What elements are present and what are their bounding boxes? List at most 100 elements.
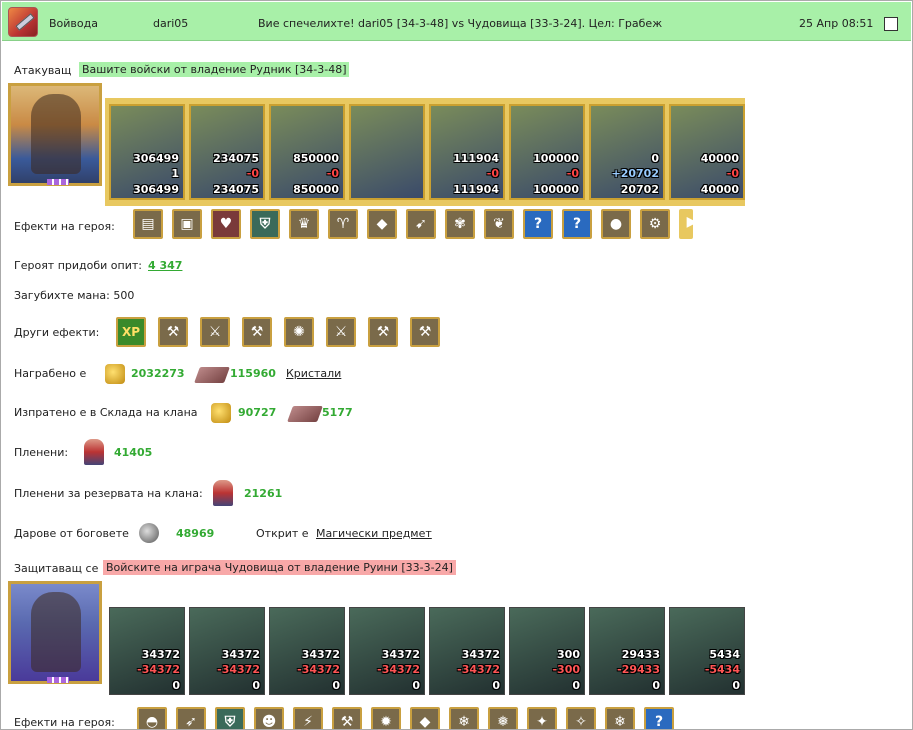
fire-icon[interactable]: ✹ <box>371 707 401 729</box>
attacker-unit-card[interactable]: 111904 -0 111904 <box>429 104 505 200</box>
hero-figure <box>31 592 81 672</box>
attacker-unit-card[interactable]: 0 +20702 20702 <box>589 104 665 200</box>
frost-icon-glyph: ❄ <box>614 714 626 730</box>
attacker-hero-portrait[interactable] <box>8 83 102 186</box>
ram-icon[interactable]: ♈ <box>328 209 358 239</box>
looted-label: Награбено е <box>14 367 87 380</box>
crown-icon[interactable]: ♛ <box>289 209 319 239</box>
ice-icon-glyph: ❄ <box>458 714 470 730</box>
rune-icon-glyph: ✺ <box>293 324 305 340</box>
axe-icon[interactable]: ⚒ <box>410 317 440 347</box>
gold-icon <box>105 364 125 384</box>
unit-count: 34372 <box>221 648 260 661</box>
defender-unit-card[interactable]: 300 -300 0 <box>509 607 585 695</box>
unit-remaining: 0 <box>172 679 180 692</box>
reserve-value: 21261 <box>244 487 283 500</box>
unit-count: 34372 <box>301 648 340 661</box>
attacker-unit-card[interactable] <box>349 104 425 200</box>
heart-icon[interactable]: ♥ <box>211 209 241 239</box>
unit-count: 34372 <box>461 648 500 661</box>
unit-change: -34372 <box>217 663 260 676</box>
unit-remaining: 111904 <box>453 183 499 196</box>
crystal-icon <box>287 406 323 422</box>
defender-unit-card[interactable]: 34372 -34372 0 <box>109 607 185 695</box>
looted-gold: 2032273 <box>131 367 185 380</box>
defender-unit-card[interactable]: 34372 -34372 0 <box>349 607 425 695</box>
defender-unit-card[interactable]: 5434 -5434 0 <box>669 607 745 695</box>
sword-icon[interactable]: ⚔ <box>200 317 230 347</box>
axe-icon[interactable]: ⚒ <box>242 317 272 347</box>
unit-change: 1 <box>171 167 179 180</box>
attacker-unit-card[interactable]: 306499 1 306499 <box>109 104 185 200</box>
unit-remaining: 850000 <box>293 183 339 196</box>
unit-count: 5434 <box>709 648 740 661</box>
crystal-icon[interactable]: ◆ <box>410 707 440 729</box>
unit-change: -0 <box>326 167 339 180</box>
unit-change: -0 <box>726 167 739 180</box>
unit-remaining: 40000 <box>700 183 739 196</box>
amulet-icon-glyph: ● <box>609 216 623 232</box>
shield-icon-glyph: ⛨ <box>224 714 236 730</box>
question-icon[interactable]: ? <box>562 209 592 239</box>
found-link[interactable]: Магически предмет <box>316 527 432 540</box>
rune-icon[interactable]: ✺ <box>284 317 314 347</box>
question-icon[interactable]: ? <box>644 707 674 729</box>
hammer-icon[interactable]: ⚒ <box>332 707 362 729</box>
axe-icon[interactable]: ⚒ <box>368 317 398 347</box>
ice-icon[interactable]: ❄ <box>449 707 479 730</box>
xp-icon[interactable]: XP <box>116 317 146 347</box>
unit-count: 40000 <box>700 152 739 165</box>
sword-icon[interactable]: ⚔ <box>326 317 356 347</box>
chest-icon[interactable]: ▣ <box>172 209 202 239</box>
unit-count: 234075 <box>213 152 259 165</box>
defender-hero-portrait[interactable] <box>8 581 102 684</box>
tree-icon-glyph: ✾ <box>454 216 466 232</box>
experience-value-link[interactable]: 4 347 <box>148 259 182 272</box>
peasant-icon <box>84 439 104 465</box>
attacker-effects-label: Ефекти на героя: <box>14 220 115 233</box>
arrow-right-icon[interactable]: ▶ <box>679 209 697 239</box>
staff-icon[interactable]: ✧ <box>566 707 596 729</box>
arrows-icon[interactable]: ➶ <box>176 707 206 729</box>
leaf-icon[interactable]: ❦ <box>484 209 514 239</box>
gear-icon[interactable]: ⚙ <box>640 209 670 239</box>
wand-icon[interactable]: ✦ <box>527 707 557 730</box>
book-icon[interactable]: ▤ <box>133 209 163 239</box>
attacker-unit-card[interactable]: 234075 -0 234075 <box>189 104 265 200</box>
unit-change: -0 <box>246 167 259 180</box>
crossbow-icon[interactable]: ➹ <box>406 209 436 239</box>
spent-gold: 90727 <box>238 406 277 419</box>
tree-icon[interactable]: ✾ <box>445 209 475 239</box>
defender-unit-card[interactable]: 29433 -29433 0 <box>589 607 665 695</box>
unit-count: 29433 <box>621 648 660 661</box>
attacker-unit-card[interactable]: 850000 -0 850000 <box>269 104 345 200</box>
attacker-unit-card[interactable]: 100000 -0 100000 <box>509 104 585 200</box>
attacker-unit-card[interactable]: 40000 -0 40000 <box>669 104 745 200</box>
helmet-icon-glyph: ◓ <box>145 714 159 730</box>
frost-icon[interactable]: ❄ <box>605 707 635 730</box>
axe-icon-glyph: ⚒ <box>376 324 390 340</box>
shield-icon[interactable]: ⛨ <box>215 707 245 730</box>
unit-change: -5434 <box>704 663 740 676</box>
wand-icon-glyph: ✦ <box>536 714 548 730</box>
unit-change: -300 <box>552 663 580 676</box>
select-checkbox[interactable] <box>884 17 898 31</box>
defender-unit-card[interactable]: 34372 -34372 0 <box>189 607 265 695</box>
shield-icon[interactable]: ⛨ <box>250 209 280 239</box>
defender-unit-card[interactable]: 34372 -34372 0 <box>269 607 345 695</box>
helmet-icon[interactable]: ◓ <box>137 707 167 730</box>
dwarf-icon[interactable]: ☻ <box>254 707 284 729</box>
amulet-icon[interactable]: ● <box>601 209 631 239</box>
bolt-icon[interactable]: ⚡ <box>293 707 323 729</box>
unit-change: -29433 <box>617 663 660 676</box>
crystals-link[interactable]: Кристали <box>286 367 341 380</box>
ice-swirl-icon[interactable]: ❅ <box>488 707 518 729</box>
attacker-tag: Вашите войски от владение Рудник [34-3-4… <box>79 62 350 77</box>
axe-icon[interactable]: ⚒ <box>158 317 188 347</box>
question-icon[interactable]: ? <box>523 209 553 239</box>
shield-icon-glyph: ⛨ <box>259 216 271 232</box>
defender-unit-card[interactable]: 34372 -34372 0 <box>429 607 505 695</box>
mana-label: Загубихте мана: 500 <box>14 289 135 302</box>
gem-icon[interactable]: ◆ <box>367 209 397 239</box>
defender-tag: Войските на играча Чудовища от владение … <box>103 560 456 575</box>
